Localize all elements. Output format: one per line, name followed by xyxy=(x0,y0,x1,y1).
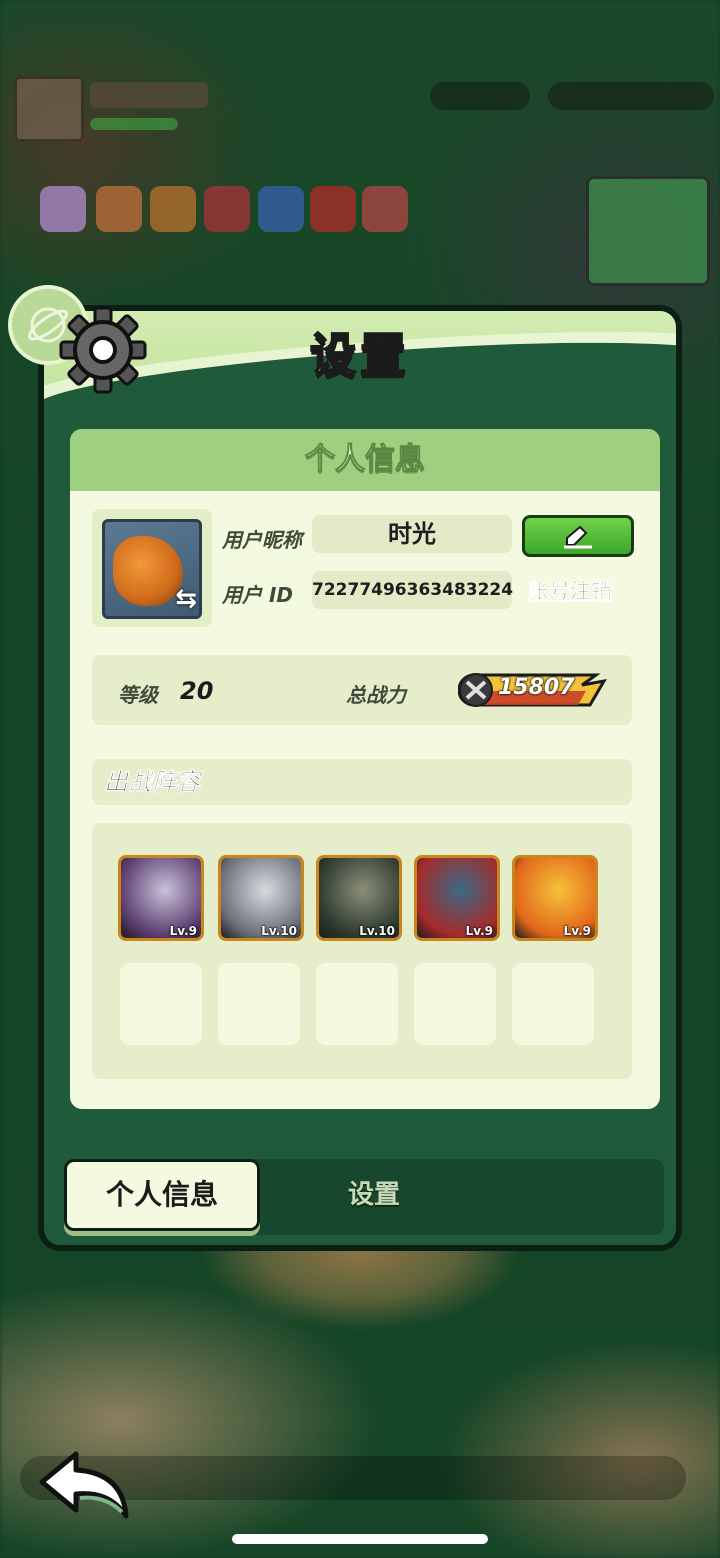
event-icon xyxy=(40,186,86,232)
hero-card[interactable]: Lv.9 xyxy=(512,855,598,941)
stats-row: 等级 20 总战力 15807 xyxy=(92,655,632,725)
exp-bar-hud xyxy=(90,118,178,130)
hero-level: Lv.10 xyxy=(359,924,395,938)
level-label: 等级 xyxy=(118,683,158,707)
user-id-field: 72277496363483224 xyxy=(312,571,513,609)
hero-card[interactable]: Lv.9 xyxy=(414,855,500,941)
player-name-bar-hud xyxy=(90,82,208,108)
avatar-box[interactable]: ⇆ xyxy=(92,509,212,627)
profile-card: 个人信息 ⇆ 用户昵称 时光 用户 ID 72277496363483224 账… xyxy=(70,429,660,1109)
tab-bar: 个人信息 设置 xyxy=(64,1159,664,1235)
power-badge: 15807 xyxy=(457,671,608,709)
event-icon xyxy=(96,186,142,232)
empty-slot[interactable] xyxy=(120,963,202,1045)
avatar[interactable]: ⇆ xyxy=(102,519,202,619)
minimap xyxy=(586,176,710,286)
event-icon xyxy=(258,186,304,232)
gold-resource-hud xyxy=(548,82,714,110)
profile-card-header: 个人信息 xyxy=(70,429,660,491)
hero-card[interactable]: Lv.9 xyxy=(118,855,204,941)
power-label: 总战力 xyxy=(346,683,406,707)
hero-level: Lv.9 xyxy=(465,924,493,938)
player-avatar-hud xyxy=(14,76,84,142)
hero-level: Lv.9 xyxy=(169,924,197,938)
back-arrow-icon[interactable] xyxy=(36,1448,136,1524)
tab-settings[interactable]: 设置 xyxy=(274,1159,474,1231)
nickname-label: 用户昵称 xyxy=(222,528,302,552)
avatar-portrait xyxy=(113,536,183,606)
power-value: 15807 xyxy=(498,675,575,700)
event-icon xyxy=(362,186,408,232)
gem-resource-hud xyxy=(430,82,530,110)
lineup-box: Lv.9 Lv.10 Lv.10 Lv.9 Lv.9 xyxy=(92,823,632,1079)
lineup-title: 出战阵容 xyxy=(92,759,632,805)
hero-level: Lv.9 xyxy=(563,924,591,938)
home-indicator[interactable] xyxy=(232,1534,488,1544)
empty-slot[interactable] xyxy=(414,963,496,1045)
event-icon xyxy=(204,186,250,232)
nickname-field: 时光 xyxy=(312,515,512,553)
edit-nickname-button[interactable] xyxy=(522,515,634,557)
user-id-label: 用户 ID xyxy=(222,583,294,607)
pencil-icon xyxy=(564,525,592,549)
empty-slot[interactable] xyxy=(218,963,300,1045)
level-value: 20 xyxy=(180,677,214,705)
tab-profile[interactable]: 个人信息 xyxy=(64,1159,260,1231)
empty-slot[interactable] xyxy=(512,963,594,1045)
swap-avatar-icon[interactable]: ⇆ xyxy=(175,584,197,614)
hero-level: Lv.10 xyxy=(261,924,297,938)
cancel-account-link[interactable]: 账号注销 xyxy=(528,575,613,605)
settings-panel: 设置 个人信息 ⇆ 用户昵称 时光 用户 ID 7227749636348322… xyxy=(38,305,682,1251)
event-icon xyxy=(150,186,196,232)
empty-slot[interactable] xyxy=(316,963,398,1045)
hero-card[interactable]: Lv.10 xyxy=(316,855,402,941)
event-icon xyxy=(310,186,356,232)
hero-card[interactable]: Lv.10 xyxy=(218,855,304,941)
gear-icon xyxy=(59,306,147,394)
